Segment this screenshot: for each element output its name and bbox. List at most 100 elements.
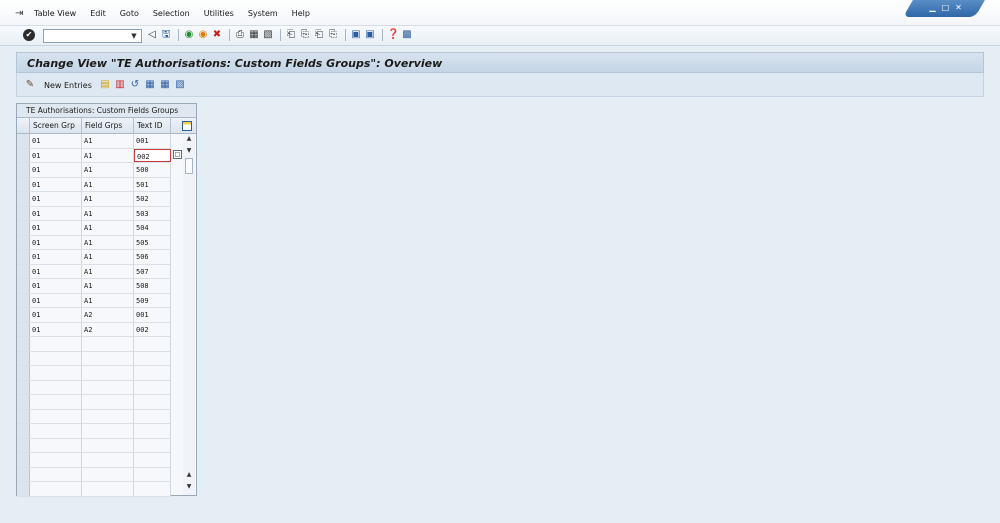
column-header-field-grps[interactable]: Field Grps	[82, 118, 134, 134]
copy-as-icon[interactable]: ▤	[99, 79, 111, 91]
enter-check-icon[interactable]: ✔	[23, 29, 35, 41]
scroll-down-icon[interactable]: ▼	[183, 482, 195, 492]
text-id-cell[interactable]	[134, 409, 171, 423]
field-grps-cell[interactable]	[82, 424, 134, 438]
previous-page-icon[interactable]: ⎘	[299, 29, 311, 41]
screen-grp-cell[interactable]: 01	[30, 206, 82, 220]
table-row-empty[interactable]	[17, 366, 171, 381]
row-selector[interactable]	[17, 293, 30, 307]
table-row-empty[interactable]	[17, 351, 171, 366]
table-row[interactable]: 01 A1 507	[17, 264, 171, 279]
row-selector[interactable]	[17, 308, 30, 322]
row-selector[interactable]	[17, 250, 30, 264]
text-id-cell[interactable]: 507	[134, 264, 171, 278]
screen-grp-cell[interactable]: 01	[30, 163, 82, 177]
value-help-icon[interactable]: □	[173, 149, 182, 159]
text-id-cell[interactable]	[134, 351, 171, 365]
next-page-icon[interactable]: ⎗	[313, 29, 325, 41]
row-selector[interactable]	[17, 264, 30, 278]
scrollbar-thumb[interactable]	[185, 158, 193, 174]
screen-grp-cell[interactable]: 01	[30, 250, 82, 264]
find-next-icon[interactable]: ▧	[262, 29, 274, 41]
table-row-empty[interactable]	[17, 424, 171, 439]
row-selector[interactable]	[17, 221, 30, 235]
field-grps-cell[interactable]: A1	[82, 279, 134, 293]
row-selector[interactable]	[17, 279, 30, 293]
help-icon[interactable]: ❓	[387, 29, 399, 41]
text-id-cell[interactable]	[134, 424, 171, 438]
text-id-cell[interactable]	[134, 438, 171, 452]
field-grps-cell[interactable]	[82, 438, 134, 452]
screen-grp-cell[interactable]: 01	[30, 279, 82, 293]
row-selector[interactable]	[17, 148, 30, 162]
screen-grp-cell[interactable]	[30, 366, 82, 380]
field-grps-cell[interactable]: A1	[82, 293, 134, 307]
field-grps-cell[interactable]	[82, 467, 134, 481]
screen-grp-cell[interactable]	[30, 337, 82, 351]
column-header-screen-grp[interactable]: Screen Grp	[30, 118, 82, 134]
row-selector[interactable]	[17, 467, 30, 481]
vertical-scrollbar[interactable]: ▲ ▼ ▲ ▼	[183, 134, 195, 495]
row-selector[interactable]	[17, 337, 30, 351]
field-grps-cell[interactable]	[82, 453, 134, 467]
select-block-icon[interactable]: ▦	[159, 79, 171, 91]
screen-grp-cell[interactable]: 01	[30, 308, 82, 322]
table-row[interactable]: 01 A1 500	[17, 163, 171, 178]
screen-grp-cell[interactable]: 01	[30, 192, 82, 206]
row-selector[interactable]	[17, 177, 30, 191]
text-id-cell[interactable]: 508	[134, 279, 171, 293]
table-row[interactable]: 01 A1 504	[17, 221, 171, 236]
row-selector[interactable]	[17, 192, 30, 206]
table-row[interactable]: 01 A1 505	[17, 235, 171, 250]
text-id-cell[interactable]: 506	[134, 250, 171, 264]
table-row-empty[interactable]	[17, 438, 171, 453]
first-page-icon[interactable]: ⎗	[285, 29, 297, 41]
field-grps-cell[interactable]	[82, 366, 134, 380]
create-shortcut-icon[interactable]: ▣	[364, 29, 376, 41]
screen-grp-cell[interactable]	[30, 380, 82, 394]
scroll-up-icon[interactable]: ▲	[183, 470, 195, 480]
text-id-cell[interactable]	[134, 482, 171, 496]
screen-grp-cell[interactable]: 01	[30, 177, 82, 191]
table-row-empty[interactable]	[17, 395, 171, 410]
column-header-text-id[interactable]: Text ID	[134, 118, 171, 134]
menu-goto[interactable]: Goto	[120, 9, 139, 18]
row-selector[interactable]	[17, 366, 30, 380]
table-row[interactable]: 01 A2 001	[17, 308, 171, 323]
text-id-cell[interactable]: 001	[134, 308, 171, 322]
row-selector[interactable]	[17, 438, 30, 452]
field-grps-cell[interactable]	[82, 380, 134, 394]
screen-grp-cell[interactable]	[30, 395, 82, 409]
delete-icon[interactable]: ▥	[114, 79, 126, 91]
row-selector[interactable]	[17, 409, 30, 423]
text-id-cell[interactable]: 509	[134, 293, 171, 307]
table-settings-icon[interactable]	[182, 121, 192, 131]
scroll-page-up-icon[interactable]: ▲	[183, 134, 195, 144]
command-dropdown-icon[interactable]: ▼	[128, 30, 140, 42]
screen-grp-cell[interactable]: 01	[30, 221, 82, 235]
table-row[interactable]: 01 A1 001	[17, 134, 171, 149]
field-grps-cell[interactable]: A1	[82, 148, 134, 162]
text-id-cell[interactable]: 002	[134, 148, 171, 162]
select-all-rows-button[interactable]	[17, 118, 30, 134]
text-id-cell[interactable]: 504	[134, 221, 171, 235]
table-row-empty[interactable]	[17, 453, 171, 468]
scroll-page-down-icon[interactable]: ▼	[183, 146, 195, 156]
row-selector[interactable]	[17, 395, 30, 409]
screen-grp-cell[interactable]: 01	[30, 322, 82, 336]
menu-help[interactable]: Help	[292, 9, 310, 18]
text-id-cell[interactable]: 001	[134, 134, 171, 148]
text-id-cell[interactable]: 500	[134, 163, 171, 177]
text-id-cell[interactable]: 002	[134, 322, 171, 336]
field-grps-cell[interactable]	[82, 337, 134, 351]
text-id-cell[interactable]	[134, 453, 171, 467]
row-selector[interactable]	[17, 351, 30, 365]
field-grps-cell[interactable]: A1	[82, 177, 134, 191]
table-row[interactable]: 01 A1 502	[17, 192, 171, 207]
print-icon[interactable]: ⎙	[234, 29, 246, 41]
text-id-cell[interactable]: 503	[134, 206, 171, 220]
edit-pencil-icon[interactable]: ✎	[24, 79, 36, 91]
text-id-cell[interactable]: 505	[134, 235, 171, 249]
text-id-cell[interactable]	[134, 467, 171, 481]
row-selector[interactable]	[17, 134, 30, 148]
